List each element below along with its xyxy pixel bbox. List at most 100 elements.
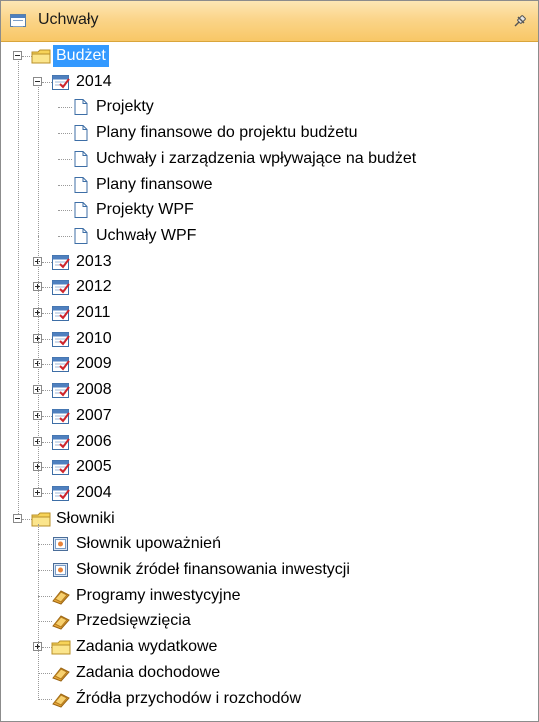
dictionary-icon [51,561,71,579]
calendar-icon [51,330,71,348]
tree-node-label: Słowniki [56,509,115,527]
grid-window-icon [10,14,26,27]
tree-node-label: Plany finansowe [96,175,213,193]
folder-icon [51,638,71,656]
tree-line [38,86,39,236]
tree-node-label: 2014 [76,72,112,90]
tree-node-label: Uchwały i zarządzenia wpływające na budż… [96,149,417,167]
tree-node-label: Budżet [53,45,109,67]
tree-node-year[interactable]: 2006 [73,430,115,454]
pin-icon[interactable] [512,13,528,29]
tree-node-2014[interactable]: 2014 [73,70,115,94]
tree-node-leaf[interactable]: Projekty WPF [93,198,197,222]
tree-node-label: 2010 [76,329,112,347]
tree-node-leaf[interactable]: Plany finansowe [93,173,216,197]
calendar-icon [51,253,71,271]
tree-line [38,595,52,597]
tree-node-leaf[interactable]: Plany finansowe do projektu budżetu [93,121,361,145]
tree-line [38,672,52,674]
tree-node-year[interactable]: 2012 [73,275,115,299]
tree-line [38,570,52,571]
tree-node-label: 2005 [76,458,112,476]
tree-node-label: 2006 [76,432,112,450]
tree-node-label: Plany finansowe do projektu budżetu [96,124,358,142]
tree-line [38,698,52,700]
tree-node-label: 2009 [76,355,112,373]
tree-line [58,107,72,109]
tree-node-year[interactable]: 2004 [73,481,115,505]
tree-node-budzet[interactable]: Budżet [53,44,109,68]
tree-node-label: Projekty [96,98,154,116]
tree-line [58,184,72,186]
register-icon [51,664,71,682]
tree-node-label: 2011 [76,304,111,321]
calendar-icon [51,73,71,91]
tree-line [38,523,39,699]
collapse-toggle[interactable] [13,513,22,523]
tree-node-label: 2004 [76,483,112,501]
tree-node-label: Przedsięwzięcia [76,612,191,630]
tree-node-label: 2007 [76,406,112,424]
tree-node-dictionary[interactable]: Zadania dochodowe [73,661,223,685]
panel-header: Uchwały [1,1,538,42]
register-icon [51,690,71,708]
document-icon [71,124,91,142]
tree-line [58,133,72,135]
tree-node-leaf[interactable]: Uchwały WPF [93,224,199,248]
tree-node-label: 2012 [76,278,112,296]
calendar-icon [51,458,71,476]
calendar-icon [51,355,71,373]
tree-node-label: Uchwały WPF [96,226,197,244]
tree-line [38,544,52,546]
tree-node-dictionary[interactable]: Źródła przychodów i rozchodów [73,687,304,711]
tree-node-year[interactable]: 2008 [73,378,115,402]
tree-node-label: Programy inwestycyjne [76,586,241,604]
expand-toggle[interactable] [33,487,42,497]
calendar-icon [51,304,71,322]
folder-icon [31,510,51,528]
collapse-toggle[interactable] [33,76,42,86]
tree-line [38,235,39,488]
tree-node-year[interactable]: 2011 [73,301,113,325]
tree-node-label: 2008 [76,381,112,399]
tree-node-year[interactable]: 2010 [73,327,115,351]
document-icon [71,150,91,168]
tree-line [38,621,52,623]
tree-node-dictionary[interactable]: Słownik źródeł finansowania inwestycji [73,558,353,582]
register-icon [51,612,71,630]
tree-line [18,61,19,514]
tree-node-year[interactable]: 2013 [73,250,115,274]
tree-node-slowniki[interactable]: Słowniki [53,507,118,531]
folder-icon [31,47,51,65]
document-icon [71,227,91,245]
register-icon [51,587,71,605]
document-icon [71,176,91,194]
tree-node-year[interactable]: 2009 [73,352,115,376]
tree-node-dictionary[interactable]: Słownik upoważnień [73,532,224,556]
panel-title: Uchwały [38,11,99,28]
document-icon [71,98,91,116]
tree-line [58,158,72,160]
tree-node-year[interactable]: 2007 [73,404,115,428]
document-icon [71,201,91,219]
dictionary-icon [51,535,71,553]
tree-node-label: Zadania dochodowe [76,663,221,681]
uchwaly-panel: Uchwały Budżet 2014 Projekty Plany finansow… [0,0,539,722]
tree-view[interactable]: Budżet 2014 Projekty Plany finansowe do pro… [1,42,538,721]
tree-node-dictionary[interactable]: Przedsięwzięcia [73,609,194,633]
tree-node-label: 2013 [76,252,112,270]
tree-line [58,235,72,237]
calendar-icon [51,484,71,502]
tree-node-label: Słownik źródeł finansowania inwestycji [76,561,350,578]
tree-node-label: Słownik upoważnień [76,535,221,553]
collapse-toggle[interactable] [13,51,22,60]
calendar-icon [51,278,71,296]
tree-node-dictionary[interactable]: Zadania wydatkowe [73,635,220,659]
tree-node-label: Zadania wydatkowe [76,638,218,656]
calendar-icon [51,433,71,451]
tree-node-leaf[interactable]: Projekty [93,95,157,119]
tree-node-leaf[interactable]: Uchwały i zarządzenia wpływające na budż… [93,147,419,171]
tree-node-label: Źródła przychodów i rozchodów [76,689,301,707]
tree-node-dictionary[interactable]: Programy inwestycyjne [73,584,244,608]
tree-node-year[interactable]: 2005 [73,455,115,479]
